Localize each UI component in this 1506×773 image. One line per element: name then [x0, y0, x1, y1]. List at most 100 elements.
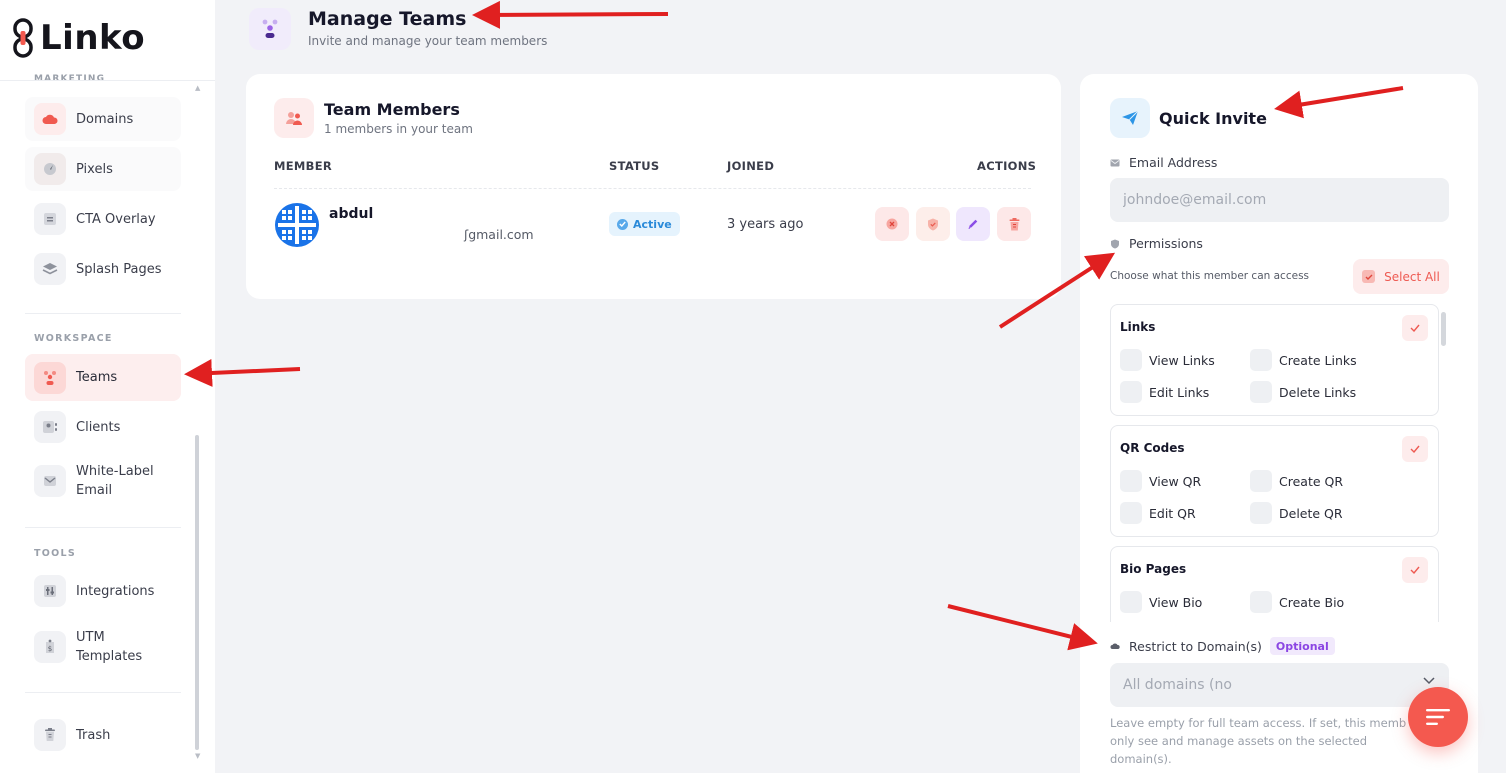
arrow-to-page-title [472, 0, 669, 29]
perm-create-links[interactable]: Create Links [1250, 349, 1357, 371]
member-email: ʃgmail.com [464, 227, 534, 242]
checkbox[interactable] [1250, 349, 1272, 371]
status-badge: Active [609, 212, 680, 236]
perm-edit-qr[interactable]: Edit QR [1120, 502, 1196, 524]
check-icon [1410, 566, 1420, 574]
shield-icon [1111, 239, 1119, 248]
perm-edit-links[interactable]: Edit Links [1120, 381, 1209, 403]
menu-fab-button[interactable] [1408, 687, 1468, 747]
arrow-to-restrict-domain [947, 604, 1098, 651]
permissions-list[interactable]: Links View Links Create Links Edit Links… [1110, 304, 1439, 622]
deactivate-button[interactable] [875, 207, 909, 241]
page-subtitle: Invite and manage your team members [308, 34, 548, 48]
table-divider [274, 188, 1031, 189]
group-toggle-links[interactable] [1402, 315, 1428, 341]
sidebar-item-domains[interactable]: Domains [25, 97, 181, 141]
sidebar-scrollbar[interactable] [195, 435, 199, 750]
perm-delete-qr[interactable]: Delete QR [1250, 502, 1343, 524]
checkbox[interactable] [1120, 502, 1142, 524]
trash-icon [34, 719, 66, 751]
group-toggle-bio-pages[interactable] [1402, 557, 1428, 583]
permission-group-links: Links View Links Create Links Edit Links… [1110, 304, 1439, 416]
envelope-icon [1110, 159, 1120, 166]
checkbox[interactable] [1250, 502, 1272, 524]
cloud-icon [1110, 643, 1120, 649]
check-icon [1410, 445, 1420, 453]
checkbox[interactable] [1120, 381, 1142, 403]
manage-teams-icon [249, 8, 291, 50]
logo-divider [0, 80, 215, 81]
scroll-down-arrow[interactable]: ▼ [195, 752, 200, 760]
check-icon [1410, 324, 1420, 332]
layers-icon [34, 253, 66, 285]
optional-badge: Optional [1269, 637, 1335, 655]
scroll-up-arrow[interactable]: ▲ [195, 84, 200, 92]
team-members-count: 1 members in your team [324, 122, 473, 136]
edit-member-button[interactable] [956, 207, 990, 241]
email-input[interactable] [1110, 178, 1449, 222]
perm-delete-links[interactable]: Delete Links [1250, 381, 1356, 403]
group-toggle-qr-codes[interactable] [1402, 436, 1428, 462]
permissions-scrollbar[interactable] [1441, 312, 1446, 346]
sidebar-divider [25, 527, 181, 528]
delete-member-button[interactable] [997, 207, 1031, 241]
sidebar-item-teams[interactable]: Teams [25, 354, 181, 401]
sidebar-item-white-label-email[interactable]: White-Label Email [25, 455, 181, 507]
brand-logo[interactable]: Linko [12, 18, 145, 58]
section-title-tools: TOOLS [34, 548, 77, 559]
svg-text:$: $ [48, 645, 52, 653]
checkbox[interactable] [1120, 349, 1142, 371]
perm-create-qr[interactable]: Create QR [1250, 470, 1343, 492]
sidebar: Linko MARKETING ▲ Domains Pixels CTA Ove… [0, 0, 215, 773]
sliders-icon [34, 575, 66, 607]
checkbox[interactable] [1120, 470, 1142, 492]
checkbox[interactable] [1250, 591, 1272, 613]
sidebar-item-pixels[interactable]: Pixels [25, 147, 181, 191]
contact-card-icon [34, 411, 66, 443]
tag-dollar-icon: $ [34, 631, 66, 663]
team-members-title: Team Members [324, 100, 460, 119]
section-title-marketing: MARKETING [34, 74, 106, 80]
checkbox[interactable] [1120, 591, 1142, 613]
perm-view-links[interactable]: View Links [1120, 349, 1215, 371]
section-title-workspace: WORKSPACE [34, 333, 113, 344]
perm-view-bio[interactable]: View Bio [1120, 591, 1202, 613]
cloud-icon [34, 103, 66, 135]
envelope-icon [34, 465, 66, 497]
domain-help-text: Leave empty for full team access. If set… [1110, 716, 1407, 766]
permissions-label: Permissions [1110, 236, 1203, 251]
member-joined: 3 years ago [727, 217, 804, 232]
x-circle-icon [886, 218, 898, 230]
team-icon [34, 361, 66, 394]
perm-view-qr[interactable]: View QR [1120, 470, 1201, 492]
sidebar-item-trash[interactable]: Trash [25, 713, 181, 757]
sidebar-item-utm-templates[interactable]: $ UTM Templates [25, 621, 181, 673]
checkbox-icon [1362, 270, 1376, 283]
domain-select-value: All domains (no [1123, 677, 1232, 693]
checkbox[interactable] [1250, 470, 1272, 492]
sidebar-item-clients[interactable]: Clients [25, 405, 181, 449]
select-all-button[interactable]: Select All [1353, 259, 1449, 294]
domain-select[interactable]: All domains (no [1110, 663, 1449, 707]
checkbox[interactable] [1250, 381, 1272, 403]
member-name: abdul [329, 206, 374, 222]
avatar[interactable] [274, 202, 320, 248]
shield-check-icon [928, 218, 938, 230]
pixel-icon [34, 153, 66, 185]
sidebar-item-splash-pages[interactable]: Splash Pages [25, 247, 181, 291]
perm-create-bio[interactable]: Create Bio [1250, 591, 1344, 613]
column-header-member: MEMBER [274, 159, 333, 173]
sidebar-divider [25, 692, 181, 693]
permission-group-qr-codes: QR Codes View QR Create QR Edit QR Delet… [1110, 425, 1439, 537]
trash-icon [1009, 217, 1019, 230]
chevron-down-icon [1423, 677, 1435, 685]
sidebar-item-integrations[interactable]: Integrations [25, 569, 181, 613]
paper-plane-icon [1110, 98, 1150, 138]
sidebar-item-cta-overlay[interactable]: CTA Overlay [25, 197, 181, 241]
column-header-joined: JOINED [727, 159, 775, 173]
brand-name: Linko [40, 18, 146, 58]
column-header-actions: ACTIONS [977, 159, 1037, 173]
menu-lines-icon [1426, 709, 1450, 725]
check-circle-icon [617, 218, 628, 230]
permissions-shield-button[interactable] [916, 207, 950, 241]
